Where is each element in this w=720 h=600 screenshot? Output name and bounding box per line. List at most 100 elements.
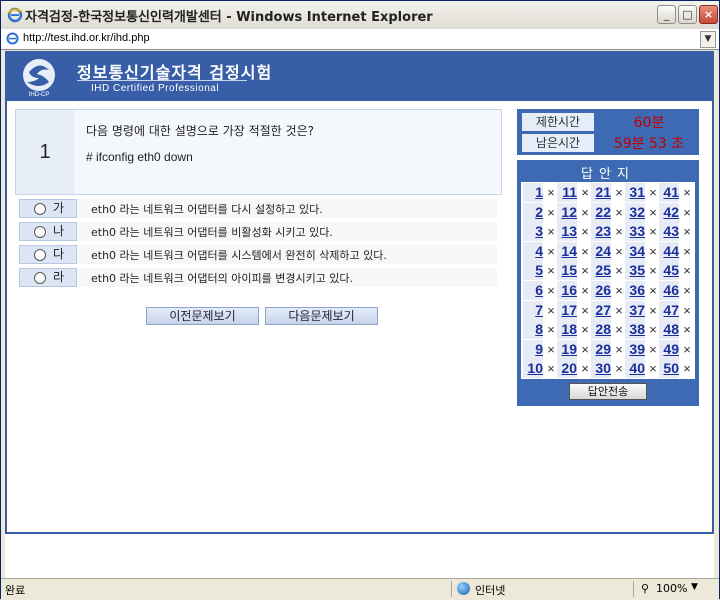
answer-number-link[interactable]: 40 <box>625 359 645 379</box>
radio-icon[interactable] <box>34 272 46 284</box>
answer-cell[interactable]: 4 × <box>523 241 557 261</box>
answer-cell[interactable]: 6 × <box>523 281 557 300</box>
answer-cell[interactable]: 15 × <box>557 261 591 281</box>
address-bar[interactable]: http://test.ihd.or.kr/ihd.php ▼ <box>1 29 719 50</box>
answer-cell[interactable]: 5 × <box>523 261 557 281</box>
answer-cell[interactable]: 3 × <box>523 222 557 242</box>
answer-number-link[interactable]: 32 <box>625 202 645 222</box>
answer-number-link[interactable]: 10 <box>523 359 543 379</box>
answer-number-link[interactable]: 47 <box>659 300 679 320</box>
answer-number-link[interactable]: 5 <box>523 261 543 281</box>
answer-cell[interactable]: 14 × <box>557 241 591 261</box>
answer-cell[interactable]: 1 × <box>523 183 557 202</box>
answer-cell[interactable]: 36 × <box>625 281 659 300</box>
answer-number-link[interactable]: 11 <box>557 183 577 202</box>
next-question-button[interactable]: 다음문제보기 <box>265 307 378 325</box>
answer-cell[interactable]: 41 × <box>659 183 693 202</box>
zoom-level[interactable]: 100% <box>656 582 687 595</box>
answer-number-link[interactable]: 46 <box>659 281 679 300</box>
answer-cell[interactable]: 18 × <box>557 320 591 340</box>
answer-cell[interactable]: 10 × <box>523 359 557 379</box>
option-3-button[interactable]: 다 <box>19 245 77 264</box>
answer-number-link[interactable]: 35 <box>625 261 645 281</box>
answer-number-link[interactable]: 49 <box>659 339 679 359</box>
answer-number-link[interactable]: 33 <box>625 222 645 242</box>
answer-number-link[interactable]: 1 <box>523 183 543 202</box>
answer-number-link[interactable]: 30 <box>591 359 611 379</box>
answer-cell[interactable]: 23 × <box>591 222 625 242</box>
answer-number-link[interactable]: 50 <box>659 359 679 379</box>
answer-cell[interactable]: 17 × <box>557 300 591 320</box>
maximize-button[interactable]: □ <box>678 5 697 24</box>
answer-number-link[interactable]: 18 <box>557 320 577 340</box>
answer-number-link[interactable]: 17 <box>557 300 577 320</box>
answer-number-link[interactable]: 38 <box>625 320 645 340</box>
submit-answers-button[interactable]: 답안전송 <box>569 383 647 400</box>
answer-cell[interactable]: 37 × <box>625 300 659 320</box>
answer-cell[interactable]: 24 × <box>591 241 625 261</box>
answer-number-link[interactable]: 31 <box>625 183 645 202</box>
answer-cell[interactable]: 2 × <box>523 202 557 222</box>
answer-number-link[interactable]: 36 <box>625 281 645 300</box>
close-button[interactable]: × <box>699 5 718 24</box>
answer-number-link[interactable]: 41 <box>659 183 679 202</box>
answer-cell[interactable]: 42 × <box>659 202 693 222</box>
answer-number-link[interactable]: 25 <box>591 261 611 281</box>
answer-cell[interactable]: 31 × <box>625 183 659 202</box>
answer-cell[interactable]: 45 × <box>659 261 693 281</box>
answer-number-link[interactable]: 3 <box>523 222 543 242</box>
answer-cell[interactable]: 21 × <box>591 183 625 202</box>
answer-number-link[interactable]: 6 <box>523 281 543 300</box>
answer-cell[interactable]: 16 × <box>557 281 591 300</box>
answer-cell[interactable]: 34 × <box>625 241 659 261</box>
answer-number-link[interactable]: 21 <box>591 183 611 202</box>
answer-cell[interactable]: 48 × <box>659 320 693 340</box>
answer-cell[interactable]: 25 × <box>591 261 625 281</box>
answer-cell[interactable]: 32 × <box>625 202 659 222</box>
answer-number-link[interactable]: 14 <box>557 241 577 261</box>
answer-number-link[interactable]: 34 <box>625 241 645 261</box>
answer-cell[interactable]: 19 × <box>557 339 591 359</box>
answer-number-link[interactable]: 45 <box>659 261 679 281</box>
answer-number-link[interactable]: 15 <box>557 261 577 281</box>
answer-cell[interactable]: 33 × <box>625 222 659 242</box>
answer-cell[interactable]: 27 × <box>591 300 625 320</box>
option-1-button[interactable]: 가 <box>19 199 77 218</box>
answer-number-link[interactable]: 22 <box>591 202 611 222</box>
answer-cell[interactable]: 50 × <box>659 359 693 379</box>
answer-cell[interactable]: 28 × <box>591 320 625 340</box>
option-2-button[interactable]: 나 <box>19 222 77 241</box>
option-row-3[interactable]: 다 eth0 라는 네트워크 어댑터를 시스템에서 완전히 삭제하고 있다. <box>19 245 497 264</box>
radio-icon[interactable] <box>34 226 46 238</box>
answer-cell[interactable]: 30 × <box>591 359 625 379</box>
answer-cell[interactable]: 38 × <box>625 320 659 340</box>
answer-number-link[interactable]: 44 <box>659 241 679 261</box>
address-url[interactable]: http://test.ihd.or.kr/ihd.php <box>23 32 150 44</box>
option-row-4[interactable]: 라 eth0 라는 네트워크 어댑터의 아이피를 변경시키고 있다. <box>19 268 497 287</box>
answer-cell[interactable]: 20 × <box>557 359 591 379</box>
answer-number-link[interactable]: 8 <box>523 320 543 340</box>
answer-cell[interactable]: 11 × <box>557 183 591 202</box>
answer-number-link[interactable]: 24 <box>591 241 611 261</box>
answer-cell[interactable]: 40 × <box>625 359 659 379</box>
answer-number-link[interactable]: 39 <box>625 339 645 359</box>
answer-cell[interactable]: 29 × <box>591 339 625 359</box>
answer-cell[interactable]: 39 × <box>625 339 659 359</box>
minimize-button[interactable]: _ <box>657 5 676 24</box>
answer-number-link[interactable]: 13 <box>557 222 577 242</box>
answer-cell[interactable]: 8 × <box>523 320 557 340</box>
option-row-2[interactable]: 나 eth0 라는 네트워크 어댑터를 비활성화 시키고 있다. <box>19 222 497 241</box>
answer-number-link[interactable]: 27 <box>591 300 611 320</box>
answer-number-link[interactable]: 26 <box>591 281 611 300</box>
answer-cell[interactable]: 43 × <box>659 222 693 242</box>
answer-cell[interactable]: 26 × <box>591 281 625 300</box>
answer-number-link[interactable]: 48 <box>659 320 679 340</box>
answer-number-link[interactable]: 23 <box>591 222 611 242</box>
answer-number-link[interactable]: 12 <box>557 202 577 222</box>
address-dropdown-icon[interactable]: ▼ <box>700 31 716 48</box>
radio-icon[interactable] <box>34 203 46 215</box>
answer-number-link[interactable]: 42 <box>659 202 679 222</box>
answer-cell[interactable]: 22 × <box>591 202 625 222</box>
answer-number-link[interactable]: 9 <box>523 339 543 359</box>
answer-cell[interactable]: 46 × <box>659 281 693 300</box>
